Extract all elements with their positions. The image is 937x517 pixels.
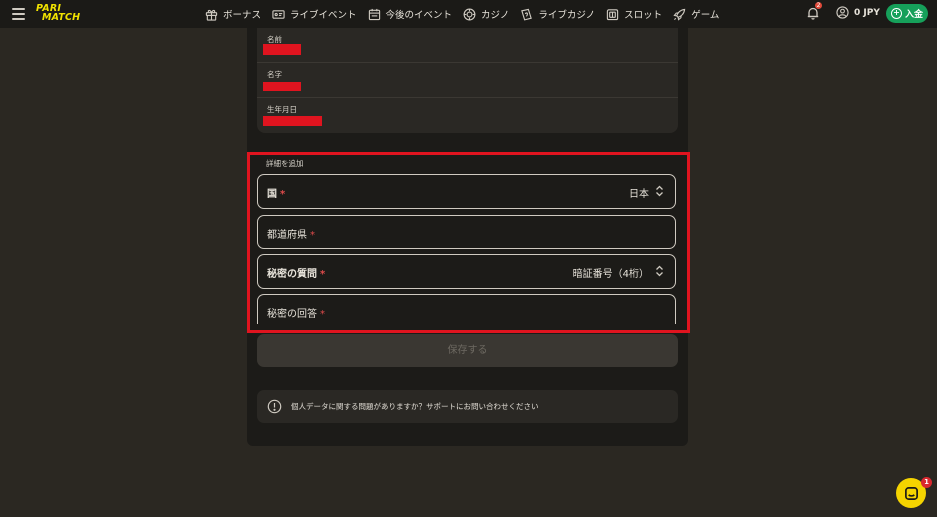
nav-item-games[interactable]: ゲーム — [673, 7, 719, 21]
country-value: 日本 — [629, 189, 649, 200]
prefecture-label: 都道府県 * — [267, 226, 315, 241]
first-name-row: 名前 — [257, 28, 678, 63]
logo-line-2: MATCH — [42, 12, 81, 23]
live-screen-icon — [272, 9, 285, 19]
redacted-last-name — [263, 82, 301, 91]
nav-label: カジノ — [481, 10, 510, 21]
secret-answer-label: 秘密の回答 * — [267, 305, 325, 320]
country-select[interactable]: 国 * 日本 — [257, 174, 676, 209]
notification-badge: 2 — [815, 2, 822, 9]
nav-label: ライブカジノ — [538, 10, 596, 21]
nav-label: ゲーム — [691, 10, 720, 21]
chat-icon — [904, 486, 918, 500]
required-mark: * — [320, 309, 325, 320]
gift-icon — [205, 9, 218, 21]
secret-answer-field[interactable]: 秘密の回答 * — [257, 294, 676, 324]
nav-item-slots[interactable]: スロット — [606, 7, 662, 21]
logo[interactable]: PARI MATCH — [36, 4, 92, 24]
required-mark: * — [320, 269, 326, 280]
redacted-birthdate — [263, 116, 322, 126]
nav-label: ライブイベント — [290, 10, 357, 21]
section-title: 詳細を追加 — [266, 159, 304, 168]
balance-amount: 0 JPY — [854, 7, 880, 18]
support-notice-text[interactable]: 個人データに関する問題がありますか？サポートにお問い合わせください — [291, 401, 539, 412]
rocket-icon — [673, 8, 686, 21]
secret-question-value: 暗証番号（4桁） — [572, 269, 649, 280]
nav-item-upcoming-events[interactable]: 今後のイベント — [368, 7, 453, 21]
support-notice: 個人データに関する問題がありますか？サポートにお問い合わせください — [257, 390, 678, 423]
chevron-up-down-icon — [656, 265, 663, 277]
live-casino-icon — [521, 8, 533, 21]
country-label: 国 * — [267, 185, 285, 200]
required-mark: * — [310, 230, 315, 241]
nav-item-casino[interactable]: カジノ — [463, 7, 509, 21]
user-icon — [836, 6, 849, 19]
prefecture-label-text: 都道府県 — [267, 230, 307, 241]
deposit-label: 入金 — [904, 10, 923, 20]
country-label-text: 国 — [267, 189, 277, 200]
info-icon — [267, 399, 282, 414]
nav-label: 今後のイベント — [385, 10, 453, 21]
birthdate-label: 生年月日 — [267, 105, 297, 114]
balance[interactable]: 0 JPY — [836, 6, 880, 19]
slot-icon — [607, 8, 619, 20]
required-mark: * — [280, 189, 286, 200]
nav-item-live-casino[interactable]: ライブカジノ — [520, 7, 595, 21]
redacted-first-name — [263, 44, 301, 55]
birthdate-row: 生年月日 — [257, 98, 678, 132]
nav-label: ボーナス — [223, 10, 262, 21]
prefecture-field[interactable]: 都道府県 * — [257, 215, 676, 249]
menu-icon[interactable] — [12, 8, 25, 20]
chat-badge: 1 — [921, 477, 932, 488]
nav-item-live-events[interactable]: ライブイベント — [272, 7, 357, 21]
top-bar: PARI MATCH ボーナス ライブイベント 今後のイベント カジノ ライブカ… — [0, 0, 937, 28]
nav-label: スロット — [624, 10, 663, 21]
casino-chip-icon — [463, 8, 476, 20]
deposit-button[interactable]: + 入金 — [886, 4, 928, 23]
chevron-up-down-icon — [656, 185, 663, 197]
secret-question-label: 秘密の質問 * — [267, 265, 325, 280]
main-nav: ボーナス ライブイベント 今後のイベント カジノ ライブカジノ スロット ゲーム — [205, 0, 730, 28]
profile-panel: 名前 名字 生年月日 詳細を追加 国 * 日本 都道府県 * 秘密の質問 * 暗証番号… — [247, 28, 690, 446]
secret-question-select[interactable]: 秘密の質問 * 暗証番号（4桁） — [257, 254, 676, 289]
secret-answer-label-text: 秘密の回答 — [267, 309, 317, 320]
plus-icon: + — [890, 8, 902, 19]
last-name-row: 名字 — [257, 63, 678, 98]
secret-question-label-text: 秘密の質問 — [267, 269, 317, 280]
nav-item-bonus[interactable]: ボーナス — [205, 7, 261, 21]
last-name-label: 名字 — [267, 70, 282, 79]
personal-info-card: 名前 名字 生年月日 — [257, 28, 678, 133]
save-button[interactable]: 保存する — [257, 334, 678, 367]
calendar-icon — [368, 8, 380, 20]
